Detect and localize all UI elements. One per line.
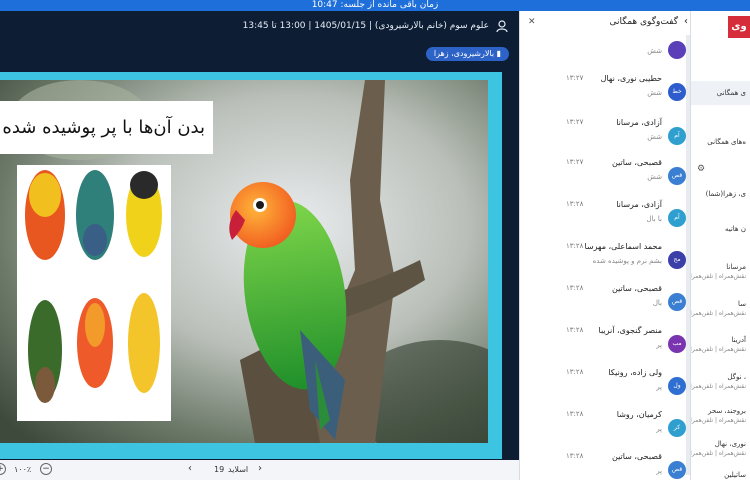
message-sender: آزادی، مرسانا: [616, 200, 662, 209]
avatar[interactable]: مب: [668, 335, 686, 353]
participant-item[interactable]: ساتیلین: [691, 469, 750, 480]
message-time: ۱۳:۲۸: [566, 242, 584, 250]
message-time: ۱۳:۲۷: [566, 158, 584, 166]
participant-role: نقش‌همراه | تلفن‌همراه: [691, 273, 746, 280]
message-text: پر: [656, 425, 662, 433]
avatar[interactable]: قص: [668, 167, 686, 185]
participant-item[interactable]: بروجند، سحر: [691, 405, 750, 417]
class-info: علوم سوم (خانم بالارشیرودی) | 1405/01/15…: [242, 21, 489, 31]
message-time: ۱۳:۲۸: [566, 326, 584, 334]
chat-message: خط حطیبی نوری، نهال ۱۳:۲۷ شش: [520, 71, 690, 115]
chat-scrollbar[interactable]: [686, 35, 690, 475]
participant-item[interactable]: ه‌های همگانی: [691, 136, 750, 148]
class-header: علوم سوم (خانم بالارشیرودی) | 1405/01/15…: [0, 11, 519, 43]
session-timer-text: زمان باقی مانده از جلسه: 10:47: [311, 0, 439, 10]
avatar[interactable]: خط: [668, 83, 686, 101]
avatar[interactable]: قص: [668, 293, 686, 311]
slide-controls: + ۱۰۰٪ − ‹ 19 اسلاید ›: [0, 460, 519, 480]
message-text: پر: [656, 467, 662, 475]
slide-number: 19: [214, 465, 225, 474]
avatar[interactable]: ول: [668, 377, 686, 395]
presentation-stage: علوم سوم (خانم بالارشیرودی) | 1405/01/15…: [0, 11, 519, 480]
chat-message: آم آزادی، مرسانا ۱۳:۲۸ با بال: [520, 197, 690, 241]
avatar[interactable]: آم: [668, 127, 686, 145]
slide-frame: بدن آن‌ها با پر پوشیده شده اس: [0, 72, 502, 459]
chat-message: مب منصر گنجوی، آنریبا ۱۳:۲۸ پر: [520, 323, 690, 367]
message-sender: حطیبی نوری، نهال: [600, 74, 662, 83]
message-sender: قصبحی، ساتین: [611, 284, 662, 293]
message-sender: محمد اسماعلی، مهرسا: [584, 242, 662, 251]
avatar[interactable]: [668, 41, 686, 59]
participant-role: نقش‌همراه | تلفن‌همراه: [691, 310, 746, 317]
zoom-level: ۱۰۰٪: [14, 465, 32, 474]
avatar[interactable]: آم: [668, 209, 686, 227]
participant-role: نقش‌همراه | تلفن‌همراه: [691, 346, 746, 353]
user-icon[interactable]: [495, 19, 509, 33]
chat-message: قص قصبحی، ساتین ۱۳:۲۷ شش: [520, 155, 690, 199]
chat-message: ول ولی زاده، رونیکا ۱۳:۲۸ پر: [520, 365, 690, 409]
mic-icon: ▮: [494, 49, 501, 58]
chat-message: شش: [520, 29, 690, 73]
chat-message: مح محمد اسماعلی، مهرسا ۱۳:۲۸ بشم نرم و پوشی…: [520, 239, 690, 283]
message-sender: منصر گنجوی، آنریبا: [598, 326, 662, 335]
participants-panel: وی ⚙ ی همگانی ه‌های همگانی ی، زهرا(شما) ن ه…: [691, 11, 750, 480]
message-time: ۱۳:۲۸: [566, 368, 584, 376]
message-time: ۱۳:۲۸: [566, 200, 584, 208]
participant-item[interactable]: نوری، نهال: [691, 438, 750, 450]
message-text: شش: [647, 47, 662, 55]
message-sender: قصبحی، ساتین: [611, 158, 662, 167]
chat-panel: › گفت‌وگوی همگانی ✕ شش خط حطیبی نوری، نهال…: [519, 11, 691, 480]
message-text: با بال: [646, 215, 662, 223]
message-text: شش: [647, 133, 662, 141]
participant-item[interactable]: سا: [691, 298, 750, 310]
message-text: پر: [656, 383, 662, 391]
avatar[interactable]: کر: [668, 419, 686, 437]
chat-message: آم آزادی، مرسانا ۱۳:۲۷ شش: [520, 115, 690, 159]
slide-label: اسلاید: [228, 465, 249, 474]
message-text: شش: [647, 89, 662, 97]
participant-item[interactable]: مرسانا: [691, 261, 750, 273]
participant-item[interactable]: ی، زهرا(شما): [691, 188, 750, 200]
message-time: ۱۳:۲۷: [566, 74, 584, 82]
chevron-left-icon[interactable]: ‹: [188, 463, 192, 474]
participant-item[interactable]: ی همگانی: [691, 81, 750, 105]
avatar[interactable]: قص: [668, 461, 686, 479]
participant-role: نقش‌همراه | تلفن‌همراه: [691, 450, 746, 457]
message-time: ۱۳:۲۸: [566, 410, 584, 418]
session-timer-bar: زمان باقی مانده از جلسه: 10:47: [0, 0, 750, 11]
chevron-right-icon[interactable]: ›: [258, 463, 262, 474]
chat-title: گفت‌وگوی همگانی: [609, 17, 678, 27]
chat-message: قص قصبحی، ساتین ۱۳:۲۸ بال: [520, 281, 690, 325]
message-text: شش: [647, 173, 662, 181]
zoom-out-button[interactable]: −: [40, 463, 52, 475]
zoom-in-button[interactable]: +: [0, 463, 6, 475]
chat-message: کر کرمیان، روشا ۱۳:۲۸ پر: [520, 407, 690, 451]
message-sender: قصبحی، ساتین: [611, 452, 662, 461]
avatar[interactable]: مح: [668, 251, 686, 269]
participant-role: نقش‌همراه | تلفن‌همراه: [691, 417, 746, 424]
message-time: ۱۳:۲۷: [566, 118, 584, 126]
message-sender: آزادی، مرسانا: [616, 118, 662, 127]
presenter-name: بالارشیرودی، زهرا: [433, 49, 495, 58]
message-text: پر: [656, 341, 662, 349]
participant-role: نقش‌همراه | تلفن‌همراه: [691, 383, 746, 390]
message-sender: کرمیان، روشا: [616, 410, 662, 419]
participant-item[interactable]: آدرینا: [691, 334, 750, 346]
presenter-badge: ▮ بالارشیرودی، زهرا: [425, 47, 509, 61]
message-sender: ولی زاده، رونیکا: [608, 368, 662, 377]
slide-title: بدن آن‌ها با پر پوشیده شده اس: [0, 101, 213, 154]
participant-item[interactable]: ، نوگل: [691, 371, 750, 383]
message-time: ۱۳:۲۸: [566, 452, 584, 460]
feathers-illustration: [17, 165, 171, 421]
gear-icon[interactable]: ⚙: [697, 164, 705, 174]
app-logo: وی: [728, 16, 750, 38]
slide: بدن آن‌ها با پر پوشیده شده اس: [0, 80, 488, 443]
message-time: ۱۳:۲۸: [566, 284, 584, 292]
message-text: بال: [652, 299, 662, 307]
chat-message: قص قصبحی، ساتین ۱۳:۲۸ پر: [520, 449, 690, 480]
message-text: بشم نرم و پوشیده شده: [592, 257, 662, 265]
participant-item[interactable]: ن هاتیه: [691, 223, 750, 235]
